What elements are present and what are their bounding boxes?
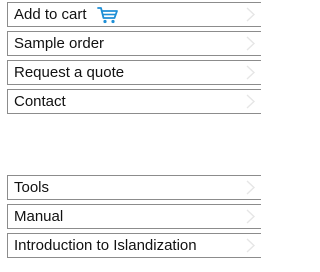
- menu-item-label: Manual: [14, 208, 64, 225]
- menu-group-primary: Add to cart Sample order Request a quote…: [7, 2, 261, 118]
- menu-item-tools[interactable]: Tools: [7, 175, 261, 200]
- menu-item-add-to-cart[interactable]: Add to cart: [7, 2, 261, 27]
- menu-item-manual[interactable]: Manual: [7, 204, 261, 229]
- shopping-cart-icon: [96, 7, 118, 24]
- menu-item-label: Introduction to Islandization: [14, 237, 197, 254]
- menu-item-label: Contact: [14, 93, 66, 110]
- menu-group-secondary: Tools Manual Introduction to Islandizati…: [7, 175, 261, 262]
- menu-item-label: Add to cart: [14, 6, 87, 23]
- chevron-right-icon: [246, 180, 256, 195]
- menu-item-label: Sample order: [14, 35, 105, 52]
- chevron-right-icon: [246, 65, 256, 80]
- menu-item-label: Tools: [14, 179, 50, 196]
- menu-item-label: Request a quote: [14, 64, 125, 81]
- menu-item-introduction-to-islandization[interactable]: Introduction to Islandization: [7, 233, 261, 258]
- chevron-right-icon: [246, 94, 256, 109]
- chevron-right-icon: [246, 36, 256, 51]
- chevron-right-icon: [246, 7, 256, 22]
- menu-item-contact[interactable]: Contact: [7, 89, 261, 114]
- menu-item-sample-order[interactable]: Sample order: [7, 31, 261, 56]
- menu-item-request-a-quote[interactable]: Request a quote: [7, 60, 261, 85]
- chevron-right-icon: [246, 209, 256, 224]
- chevron-right-icon: [246, 238, 256, 253]
